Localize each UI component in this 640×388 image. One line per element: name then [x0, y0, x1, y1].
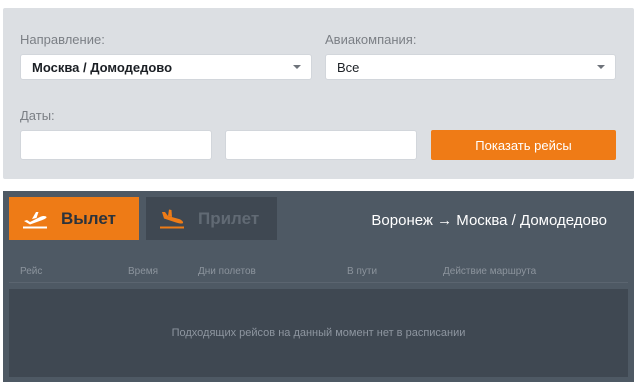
show-flights-button[interactable]: Показать рейсы: [431, 130, 616, 160]
tab-departure-label: Вылет: [61, 208, 116, 228]
airline-select-value: Все: [337, 59, 360, 75]
empty-results-message: Подходящих рейсов на данный момент нет в…: [171, 327, 466, 339]
header-divider: [9, 282, 628, 283]
date-to-field[interactable]: [225, 130, 417, 160]
dates-label: Даты:: [20, 108, 55, 123]
direction-select[interactable]: Москва / Домодедово: [20, 54, 312, 80]
column-header-duration: В пути: [347, 266, 378, 277]
plane-landing-icon: [160, 209, 184, 228]
tab-departure[interactable]: Вылет: [9, 197, 139, 240]
column-header-days: Дни полетов: [198, 266, 256, 277]
chevron-down-icon: [597, 65, 605, 69]
airline-label: Авиакомпания:: [325, 32, 417, 47]
flight-board: Вылет Прилет Воронеж → Москва / Домодедо…: [3, 191, 634, 382]
date-to-input[interactable]: [226, 131, 412, 159]
column-header-flight: Рейс: [20, 266, 43, 277]
date-from-input[interactable]: [21, 131, 207, 159]
plane-takeoff-icon: [23, 211, 47, 228]
tab-arrival[interactable]: Прилет: [146, 197, 277, 240]
route-title: Воронеж → Москва / Домодедово: [371, 212, 607, 229]
date-from-field[interactable]: [20, 130, 212, 160]
column-header-time: Время: [128, 266, 159, 277]
column-header-validity: Действие маршрута: [443, 266, 537, 277]
direction-label: Направление:: [20, 32, 105, 47]
chevron-down-icon: [293, 65, 301, 69]
empty-results-panel: Подходящих рейсов на данный момент нет в…: [9, 289, 628, 377]
airline-select[interactable]: Все: [325, 54, 616, 80]
search-filters: Направление: Москва / Домодедово Авиаком…: [3, 8, 634, 179]
direction-select-value: Москва / Домодедово: [32, 59, 173, 75]
tab-arrival-label: Прилет: [198, 208, 260, 228]
